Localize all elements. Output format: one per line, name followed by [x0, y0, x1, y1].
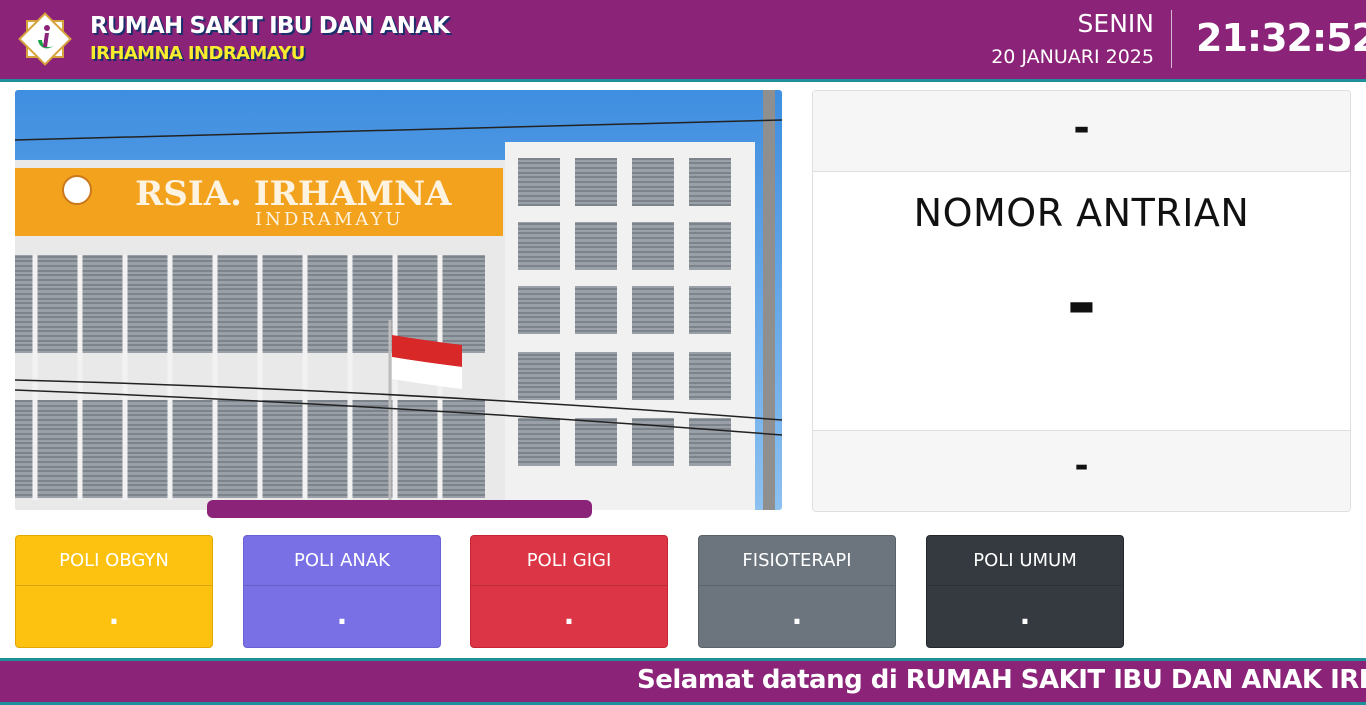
poli-umum-label: POLI UMUM	[927, 536, 1123, 586]
poli-obgyn-value: .	[108, 598, 120, 631]
header-bar: RUMAH SAKIT IBU DAN ANAK IRHAMNA INDRAMA…	[0, 0, 1366, 82]
queue-number: -	[1066, 261, 1097, 345]
queue-bottom-value: -	[813, 430, 1350, 511]
poli-obgyn-label: POLI OBGYN	[16, 536, 212, 586]
slideshow-indicator[interactable]	[207, 500, 592, 518]
hospital-name: RUMAH SAKIT IBU DAN ANAK	[90, 13, 450, 39]
poli-card-gigi: POLI GIGI .	[470, 535, 668, 648]
poli-fisioterapi-value: .	[791, 598, 803, 631]
hospital-location: IRHAMNA INDRAMAYU	[90, 43, 305, 64]
queue-card: - NOMOR ANTRIAN - -	[812, 90, 1351, 512]
clock: 21:32:52	[1196, 16, 1366, 60]
hospital-photo: RSIA. IRHAMNA INDRAMAYU	[15, 90, 782, 510]
hospital-logo-icon	[18, 12, 72, 66]
queue-top-value: -	[813, 91, 1350, 172]
poli-gigi-value: .	[563, 598, 575, 631]
poli-card-umum: POLI UMUM .	[926, 535, 1124, 648]
poli-card-anak: POLI ANAK .	[243, 535, 441, 648]
sign-subtitle: INDRAMAYU	[255, 209, 404, 230]
queue-label: NOMOR ANTRIAN	[913, 191, 1250, 235]
poli-fisioterapi-label: FISIOTERAPI	[699, 536, 895, 586]
running-text: Selamat datang di RUMAH SAKIT IBU DAN AN…	[637, 665, 1366, 695]
sign-title: RSIA. IRHAMNA	[135, 174, 452, 214]
poli-gigi-label: POLI GIGI	[471, 536, 667, 586]
hospital-building-image: RSIA. IRHAMNA INDRAMAYU	[15, 90, 782, 510]
day-label: SENIN	[1077, 9, 1154, 38]
header-divider	[1171, 10, 1172, 68]
running-text-bar: Selamat datang di RUMAH SAKIT IBU DAN AN…	[0, 658, 1366, 705]
poli-card-obgyn: POLI OBGYN .	[15, 535, 213, 648]
poli-card-fisioterapi: FISIOTERAPI .	[698, 535, 896, 648]
poli-anak-label: POLI ANAK	[244, 536, 440, 586]
poli-anak-value: .	[336, 598, 348, 631]
poli-umum-value: .	[1019, 598, 1031, 631]
date-label: 20 JANUARI 2025	[991, 46, 1154, 68]
